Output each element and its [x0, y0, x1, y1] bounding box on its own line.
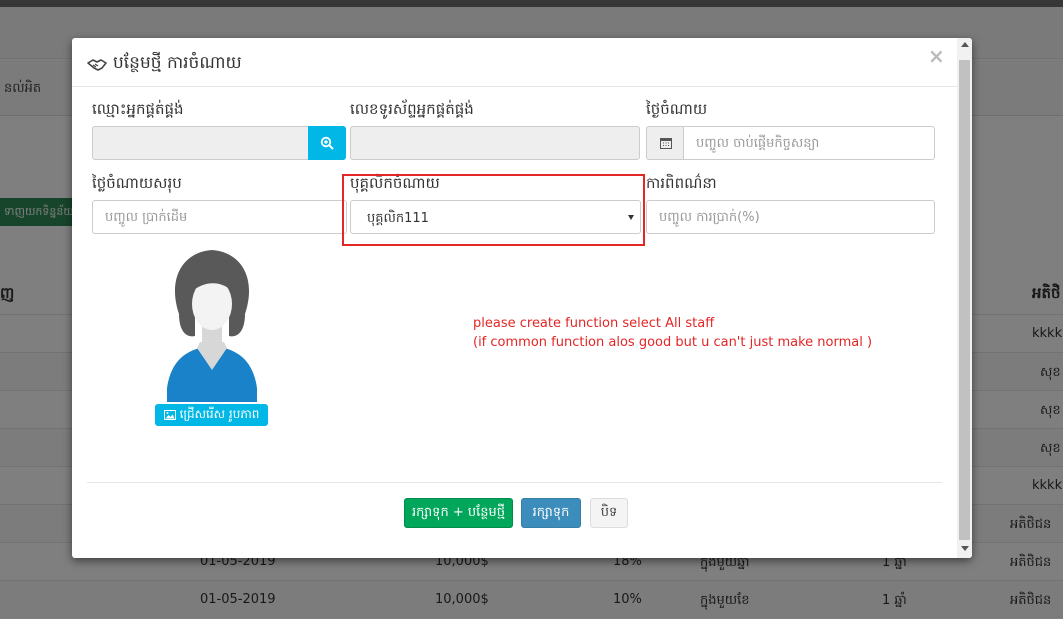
modal-header: បន្ថែមថ្មី ការចំណាយ ×	[72, 38, 957, 87]
supplier-name-field[interactable]	[92, 126, 309, 160]
search-supplier-button[interactable]	[308, 126, 346, 160]
zoom-in-icon	[320, 136, 334, 150]
total-expense-input[interactable]: បញ្ចូល ប្រាក់ដើម	[92, 200, 347, 234]
supplier-name-label: ឈ្មោះអ្នកផ្គត់ផ្គង់	[92, 100, 184, 118]
scroll-thumb[interactable]	[959, 60, 970, 540]
modal-title: បន្ថែមថ្មី ការចំណាយ	[113, 53, 242, 73]
modal-title-wrap: បន្ថែមថ្មី ការចំណាយ	[87, 52, 242, 77]
modal-scrollbar[interactable]	[957, 38, 972, 558]
annotation-note: please create function select All staff …	[473, 314, 872, 352]
close-button[interactable]: បិទ	[590, 498, 628, 528]
annotation-highlight-box	[342, 174, 645, 246]
image-icon	[163, 410, 176, 420]
save-and-new-button[interactable]: រក្សាទុក + បន្ថែមថ្មី	[404, 498, 513, 528]
expense-date-input[interactable]: បញ្ចូល ចាប់ផ្តើមកិច្ចសន្យា	[683, 126, 935, 160]
save-button[interactable]: រក្សាទុក	[521, 498, 581, 528]
supplier-phone-label: លេខទូរស័ព្ទអ្នកផ្គត់ផ្គង់	[350, 100, 474, 118]
total-expense-label: ថ្លៃចំណាយសរុប	[92, 174, 182, 192]
interest-input[interactable]: បញ្ចូល ការប្រាក់(%)	[646, 200, 935, 234]
avatar	[167, 250, 257, 402]
expense-date-label: ថ្ងៃចំណាយ	[646, 100, 708, 118]
note-line: (if common function alos good but u can'…	[473, 335, 873, 350]
supplier-phone-field[interactable]	[350, 126, 640, 160]
add-expense-modal: បន្ថែមថ្មី ការចំណាយ × ឈ្មោះអ្នកផ្គត់ផ្គង…	[72, 38, 972, 558]
footer-divider	[87, 482, 942, 483]
scroll-up-arrow-icon[interactable]	[961, 42, 969, 47]
choose-photo-button[interactable]: ជ្រើសរើស រូបភាព	[155, 404, 268, 426]
handshake-icon	[87, 58, 107, 71]
choose-photo-label: ជ្រើសរើស រូបភាព	[179, 407, 260, 421]
calendar-addon[interactable]	[646, 126, 684, 160]
calendar-icon	[659, 138, 672, 149]
close-icon[interactable]: ×	[928, 44, 945, 68]
scroll-down-arrow-icon[interactable]	[961, 546, 969, 551]
note-line: please create function select All staff	[473, 316, 715, 331]
interest-label: ការពិពណ៌នា	[646, 174, 717, 192]
